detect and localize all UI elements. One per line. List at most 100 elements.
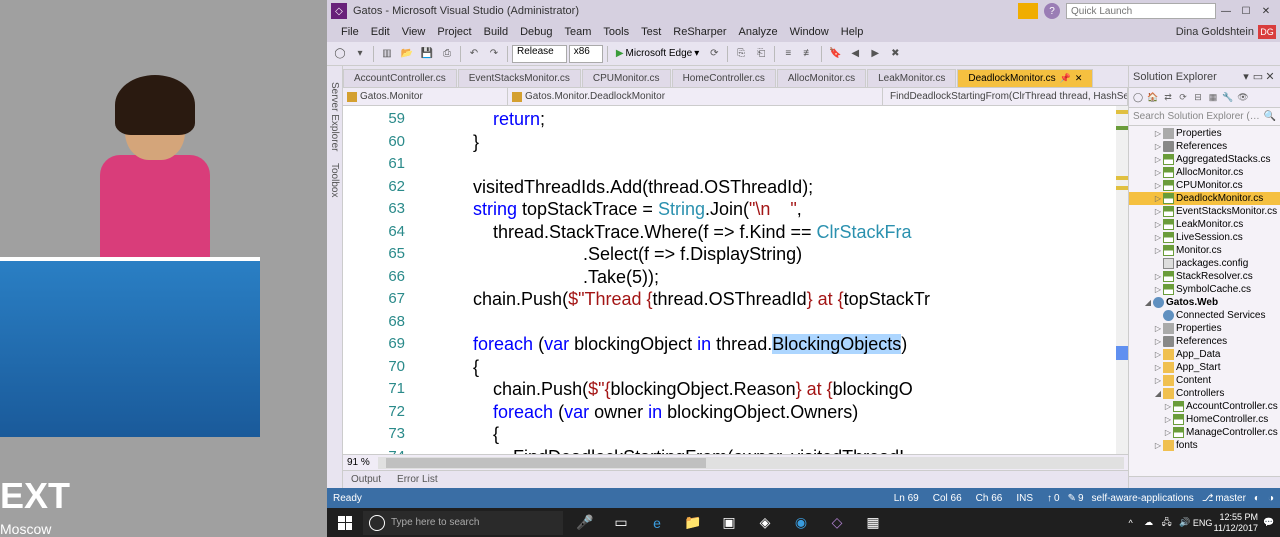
step-button-2[interactable]: ⎗ [752,45,770,63]
expand-icon[interactable] [1153,376,1163,385]
menu-team[interactable]: Team [559,24,598,40]
solution-hscroll[interactable] [1129,476,1280,488]
tree-item[interactable]: Properties [1129,127,1280,140]
expand-icon[interactable] [1153,246,1163,255]
user-avatar-badge[interactable]: DG [1258,25,1276,39]
expand-icon[interactable] [1163,402,1173,411]
expand-icon[interactable] [1143,298,1153,307]
doc-tab[interactable]: HomeController.cs [672,69,776,87]
output-tab[interactable]: Output [347,472,385,487]
git-branch[interactable]: ⎇ master [1202,493,1246,504]
sol-collapse-icon[interactable]: ⊟ [1191,91,1205,105]
tree-item[interactable]: Monitor.cs [1129,244,1280,257]
bookmark-toggle[interactable]: 🔖 [826,45,844,63]
save-button[interactable]: 💾 [418,45,436,63]
bookmark-clear[interactable]: ✖ [886,45,904,63]
solution-tree[interactable]: PropertiesReferencesAggregatedStacks.cs A… [1129,126,1280,476]
doc-tab[interactable]: AccountController.cs [343,69,457,87]
tree-item[interactable]: fonts [1129,439,1280,452]
task-view-button[interactable]: ▭ [603,508,639,537]
volume-icon[interactable]: 🔊 [1178,516,1192,530]
menu-resharper[interactable]: ReSharper [667,24,732,40]
app-icon-1[interactable]: ◈ [747,508,783,537]
tree-item[interactable]: References [1129,140,1280,153]
uncomment-button[interactable]: ≢ [799,45,817,63]
toolbox-tab[interactable]: Toolbox [329,157,340,203]
status-publish-icon[interactable]: ◑ [1268,493,1274,504]
tree-item[interactable]: Connected Services [1129,309,1280,322]
tree-item[interactable]: EventStacksMonitor.cs [1129,205,1280,218]
expand-icon[interactable] [1153,233,1163,242]
tree-item[interactable]: AggregatedStacks.cs [1129,153,1280,166]
tray-chevron-icon[interactable]: ^ [1124,516,1138,530]
pending-changes[interactable]: ✎ 9 [1068,493,1084,504]
signed-in-user[interactable]: Dina Goldshtein [1176,26,1254,38]
code-text-area[interactable]: return; } visitedThreadIds.Add(thread.OS… [413,106,1128,454]
tree-item[interactable]: App_Start [1129,361,1280,374]
undo-button[interactable]: ↶ [465,45,483,63]
solution-search-input[interactable]: Search Solution Explorer (Ctrl+;) 🔍 [1129,108,1280,126]
expand-icon[interactable] [1153,207,1163,216]
close-tab-icon[interactable]: ✕ [1075,73,1083,84]
tree-item[interactable]: StackResolver.cs [1129,270,1280,283]
expand-icon[interactable] [1153,285,1163,294]
menu-project[interactable]: Project [431,24,477,40]
repo-name[interactable]: self-aware-applications [1092,493,1194,504]
menu-build[interactable]: Build [478,24,514,40]
tree-item[interactable]: CPUMonitor.cs [1129,179,1280,192]
tree-item[interactable]: DeadlockMonitor.cs [1129,192,1280,205]
tree-item[interactable]: Controllers [1129,387,1280,400]
step-button-1[interactable]: ⎘ [732,45,750,63]
bookmark-prev[interactable]: ◀ [846,45,864,63]
action-center-icon[interactable]: 💬 [1262,516,1276,530]
sol-properties-icon[interactable]: 🔧 [1221,91,1235,105]
feedback-icon[interactable]: ? [1044,3,1060,19]
sol-showall-icon[interactable]: ▦ [1206,91,1220,105]
expand-icon[interactable] [1153,389,1163,398]
expand-icon[interactable] [1163,415,1173,424]
expand-icon[interactable] [1153,220,1163,229]
menu-debug[interactable]: Debug [514,24,558,40]
zoom-level[interactable]: 91 % [347,457,370,468]
code-editor[interactable]: 59606162636465666768697071727374 return;… [343,106,1128,454]
pending-uploads[interactable]: ↑ 0 [1047,493,1060,504]
tree-item[interactable]: packages.config [1129,257,1280,270]
sol-home-icon[interactable]: 🏠 [1146,91,1160,105]
doc-tab[interactable]: LeakMonitor.cs [867,69,956,87]
nav-back-button[interactable]: ◯ [331,45,349,63]
expand-icon[interactable] [1153,181,1163,190]
tree-item[interactable]: HomeController.cs [1129,413,1280,426]
platform-dropdown[interactable]: x86 [569,45,603,63]
new-project-button[interactable]: ▥ [378,45,396,63]
expand-icon[interactable] [1153,168,1163,177]
expand-icon[interactable] [1153,324,1163,333]
doc-tab[interactable]: EventStacksMonitor.cs [458,69,581,87]
expand-icon[interactable] [1153,337,1163,346]
nav-fwd-button[interactable]: ▾ [351,45,369,63]
maximize-button[interactable]: ☐ [1236,3,1256,19]
edge-icon[interactable]: e [639,508,675,537]
expand-icon[interactable] [1153,155,1163,164]
tree-item[interactable]: LiveSession.cs [1129,231,1280,244]
taskbar-search[interactable]: Type here to search [363,511,563,535]
expand-icon[interactable] [1153,142,1163,151]
server-explorer-tab[interactable]: Server Explorer [329,76,340,157]
sol-preview-icon[interactable]: 👁 [1236,91,1250,105]
notification-flag-icon[interactable] [1018,3,1038,19]
config-dropdown[interactable]: Release [512,45,567,63]
start-debug-button[interactable]: ▶ Microsoft Edge ▾ [612,48,703,59]
error-list-tab[interactable]: Error List [393,472,442,487]
start-button[interactable] [327,508,363,537]
mic-icon[interactable]: 🎤 [567,508,603,537]
tree-item[interactable]: SymbolCache.cs [1129,283,1280,296]
visual-studio-taskbar-icon[interactable]: ◇ [819,508,855,537]
menu-file[interactable]: File [335,24,365,40]
expand-icon[interactable] [1153,129,1163,138]
language-indicator[interactable]: ENG [1196,516,1210,530]
doc-tab[interactable]: DeadlockMonitor.cs📌✕ [957,69,1093,87]
menu-help[interactable]: Help [835,24,870,40]
menu-window[interactable]: Window [784,24,835,40]
tree-item[interactable]: App_Data [1129,348,1280,361]
panel-pin-button[interactable]: ▭ [1252,70,1264,83]
file-explorer-icon[interactable]: 📁 [675,508,711,537]
